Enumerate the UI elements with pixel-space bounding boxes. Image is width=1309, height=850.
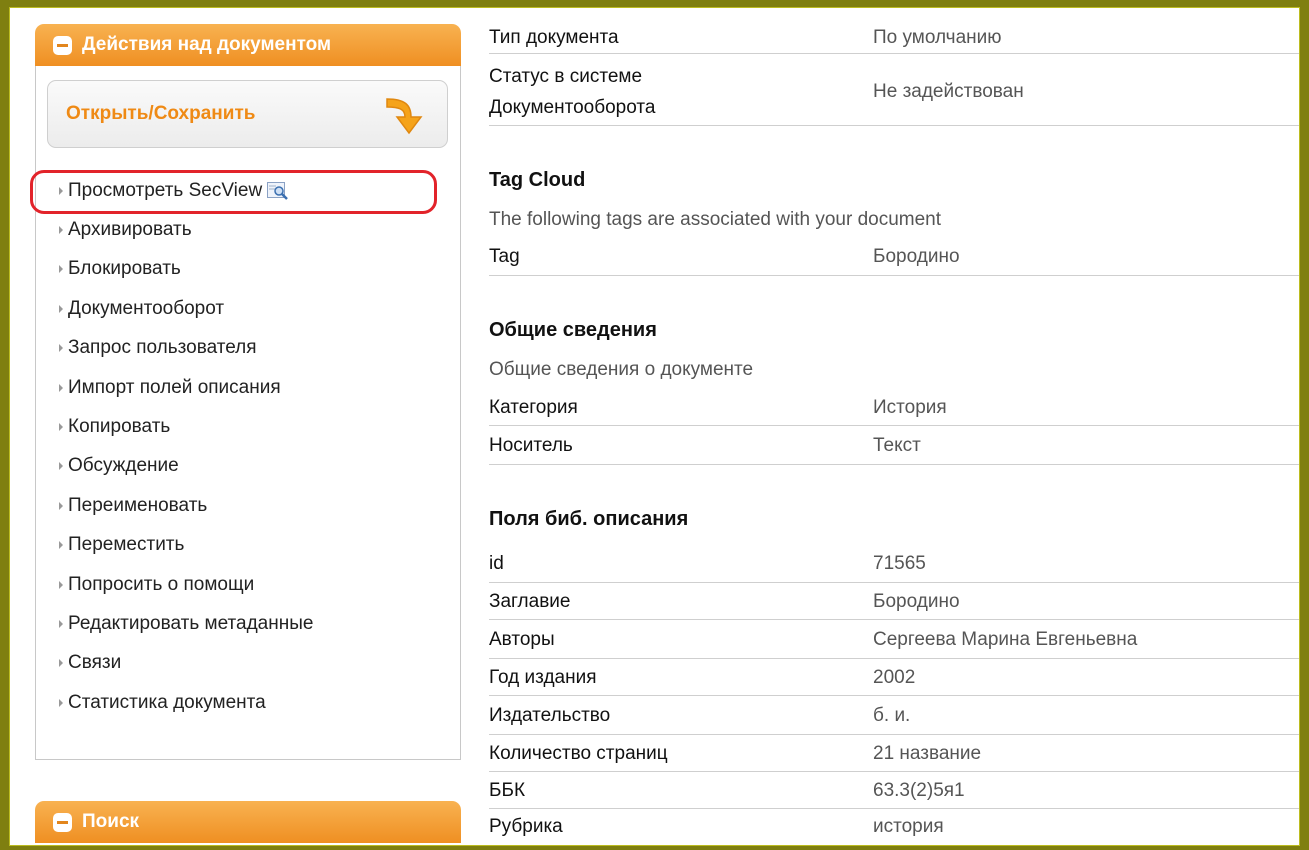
menu-item-user-request[interactable]: Запрос пользователя xyxy=(59,329,449,368)
tag-cloud-description: The following tags are associated with y… xyxy=(489,209,942,230)
field-value: 2002 xyxy=(873,666,916,688)
field-value: История xyxy=(873,396,947,418)
table-row: Категория История xyxy=(489,390,1303,426)
field-value: история xyxy=(873,816,944,837)
triangle-bullet-icon xyxy=(59,659,63,668)
table-row: Издательство б. и. xyxy=(489,697,1303,735)
triangle-bullet-icon xyxy=(59,619,63,628)
menu-item-label: Переименовать xyxy=(68,494,208,516)
menu-item-links[interactable]: Связи xyxy=(59,644,449,683)
highlight-annotation xyxy=(30,170,437,214)
actions-panel-header[interactable]: Действия над документом xyxy=(35,24,461,66)
menu-item-archive[interactable]: Архивировать xyxy=(59,210,449,249)
status-label-line-2: Документооборота xyxy=(489,96,656,118)
menu-item-label: Импорт полей описания xyxy=(68,376,281,398)
triangle-bullet-icon xyxy=(59,580,63,589)
tag-row: Tag Бородино xyxy=(489,238,1303,276)
table-row: Носитель Текст xyxy=(489,427,1303,465)
field-label: Тип документа xyxy=(489,26,619,48)
field-label: Рубрика xyxy=(489,816,563,837)
menu-item-rename[interactable]: Переименовать xyxy=(59,486,449,525)
triangle-bullet-icon xyxy=(59,423,63,432)
menu-item-copy[interactable]: Копировать xyxy=(59,407,449,446)
menu-item-label: Статистика документа xyxy=(68,691,266,713)
menu-item-statistics[interactable]: Статистика документа xyxy=(59,683,449,722)
field-value: б. и. xyxy=(873,704,911,726)
bib-title: Поля биб. описания xyxy=(489,508,689,530)
menu-item-label: Переместить xyxy=(68,534,185,556)
open-save-button[interactable]: Открыть/Сохранить xyxy=(47,80,448,148)
general-title: Общие сведения xyxy=(489,319,657,341)
field-label: Количество страниц xyxy=(489,742,668,764)
field-label: ББК xyxy=(489,779,526,801)
actions-panel-title: Действия над документом xyxy=(82,34,332,55)
menu-item-edit-metadata[interactable]: Редактировать метаданные xyxy=(59,604,449,643)
triangle-bullet-icon xyxy=(59,344,63,353)
menu-item-workflow[interactable]: Документооборот xyxy=(59,289,449,328)
search-panel-header[interactable]: Поиск xyxy=(35,801,461,843)
doc-status-row: Статус в системе Документооборота Не зад… xyxy=(489,58,1303,126)
field-label: Носитель xyxy=(489,434,573,456)
triangle-bullet-icon xyxy=(59,226,63,235)
field-value: По умолчанию xyxy=(873,26,1002,48)
table-row: id 71565 xyxy=(489,545,1303,583)
table-row: ББК 63.3(2)5я1 xyxy=(489,773,1303,809)
general-description: Общие сведения о документе xyxy=(489,359,754,380)
tag-link[interactable]: Бородино xyxy=(873,246,960,268)
search-panel-title: Поиск xyxy=(82,811,140,832)
menu-item-label: Документооборот xyxy=(68,297,225,319)
menu-item-label: Архивировать xyxy=(68,219,192,241)
field-label: Tag xyxy=(489,245,520,267)
triangle-bullet-icon xyxy=(59,541,63,550)
menu-item-label: Обсуждение xyxy=(68,455,179,477)
field-value: Не задействован xyxy=(873,80,1024,102)
menu-item-ask-help[interactable]: Попросить о помощи xyxy=(59,565,449,604)
field-value: Текст xyxy=(873,434,921,456)
triangle-bullet-icon xyxy=(59,265,63,274)
menu-item-label: Запрос пользователя xyxy=(68,337,257,359)
field-label: Издательство xyxy=(489,704,611,726)
menu-item-label: Связи xyxy=(68,652,122,674)
menu-item-import-fields[interactable]: Импорт полей описания xyxy=(59,368,449,407)
minus-icon[interactable] xyxy=(53,812,72,832)
menu-item-label: Попросить о помощи xyxy=(68,573,255,595)
minus-icon[interactable] xyxy=(53,35,72,55)
field-value: Бородино xyxy=(873,590,960,612)
field-label: Статус в системе Документооборота xyxy=(489,61,873,123)
menu-item-discussion[interactable]: Обсуждение xyxy=(59,447,449,486)
table-row: Количество страниц 21 название xyxy=(489,736,1303,772)
actions-menu: Просмотреть SecView Архивировать Блокиро… xyxy=(59,171,449,722)
field-value: 21 название xyxy=(873,742,982,764)
status-label-line-1: Статус в системе xyxy=(489,65,643,87)
field-label: id xyxy=(489,552,504,574)
menu-item-move[interactable]: Переместить xyxy=(59,526,449,565)
field-value: Сергеева Марина Евгеньевна xyxy=(873,628,1138,650)
field-label: Год издания xyxy=(489,666,597,688)
menu-item-label: Блокировать xyxy=(68,258,181,280)
open-save-label: Открыть/Сохранить xyxy=(66,103,256,124)
field-label: Заглавие xyxy=(489,590,571,612)
field-value: 71565 xyxy=(873,552,926,574)
triangle-bullet-icon xyxy=(59,304,63,313)
triangle-bullet-icon xyxy=(59,698,63,707)
menu-item-label: Редактировать метаданные xyxy=(68,612,314,634)
triangle-bullet-icon xyxy=(59,462,63,471)
table-row: Заглавие Бородино xyxy=(489,584,1303,620)
table-row: Рубрика история xyxy=(489,810,1303,844)
field-label: Авторы xyxy=(489,628,555,650)
triangle-bullet-icon xyxy=(59,383,63,392)
field-value: 63.3(2)5я1 xyxy=(873,779,965,801)
menu-item-block[interactable]: Блокировать xyxy=(59,250,449,289)
field-label: Категория xyxy=(489,396,578,418)
arrow-down-right-icon xyxy=(386,98,423,135)
table-row: Авторы Сергеева Марина Евгеньевна xyxy=(489,621,1303,659)
tag-cloud-title: Tag Cloud xyxy=(489,169,586,191)
menu-item-label: Копировать xyxy=(68,416,171,438)
table-row: Год издания 2002 xyxy=(489,660,1303,696)
doc-type-row: Тип документа По умолчанию xyxy=(489,22,1303,54)
triangle-bullet-icon xyxy=(59,501,63,510)
